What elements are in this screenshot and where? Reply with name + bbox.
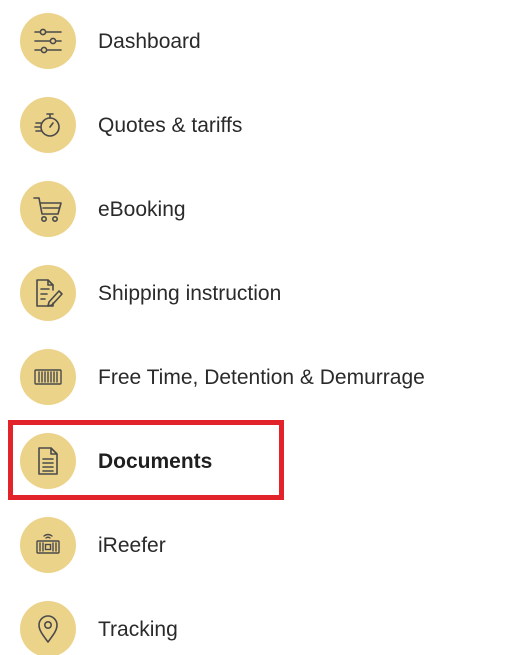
sliders-icon bbox=[20, 13, 76, 69]
menu-item-documents[interactable]: Documents bbox=[20, 432, 518, 490]
menu-item-shipping-instruction[interactable]: Shipping instruction bbox=[20, 264, 518, 322]
menu-item-tracking[interactable]: Tracking bbox=[20, 600, 518, 655]
menu-item-label: Quotes & tariffs bbox=[98, 113, 243, 137]
document-edit-icon bbox=[20, 265, 76, 321]
menu-item-ireefer[interactable]: iReefer bbox=[20, 516, 518, 574]
location-pin-icon bbox=[20, 601, 76, 655]
document-icon bbox=[20, 433, 76, 489]
menu-item-free-time-detention-demurrage[interactable]: Free Time, Detention & Demurrage bbox=[20, 348, 518, 406]
menu-item-ebooking[interactable]: eBooking bbox=[20, 180, 518, 238]
menu-item-label: Shipping instruction bbox=[98, 281, 282, 305]
menu-item-label: Tracking bbox=[98, 617, 178, 641]
shopping-cart-icon bbox=[20, 181, 76, 237]
container-icon bbox=[20, 349, 76, 405]
reefer-container-icon bbox=[20, 517, 76, 573]
menu-item-label: Free Time, Detention & Demurrage bbox=[98, 365, 425, 389]
menu-item-label: Documents bbox=[98, 449, 213, 473]
sidebar-menu: Dashboard Quotes & tariffs eBooking Ship… bbox=[0, 0, 518, 655]
menu-item-dashboard[interactable]: Dashboard bbox=[20, 12, 518, 70]
menu-item-label: Dashboard bbox=[98, 29, 201, 53]
menu-item-quotes-tariffs[interactable]: Quotes & tariffs bbox=[20, 96, 518, 154]
menu-item-label: iReefer bbox=[98, 533, 166, 557]
stopwatch-icon bbox=[20, 97, 76, 153]
menu-item-label: eBooking bbox=[98, 197, 186, 221]
